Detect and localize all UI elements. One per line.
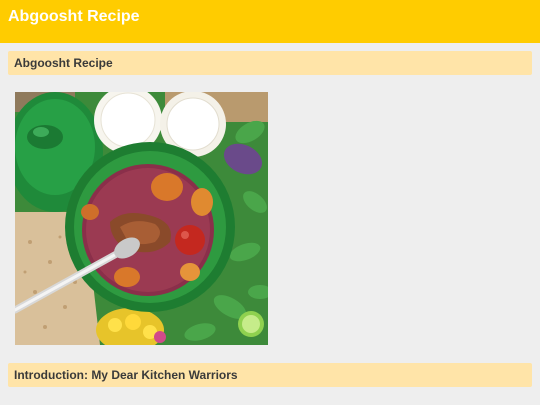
abgoosht-dish-illustration (15, 92, 268, 345)
introduction-header[interactable]: Introduction: My Dear Kitchen Warriors (8, 363, 532, 387)
recipe-title-header[interactable]: Abgoosht Recipe (8, 51, 532, 75)
top-bar: Abgoosht Recipe (0, 0, 540, 43)
app-title: Abgoosht Recipe (8, 8, 140, 25)
recipe-title-label: Abgoosht Recipe (14, 56, 113, 70)
introduction-label: Introduction: My Dear Kitchen Warriors (14, 368, 238, 382)
recipe-photo[interactable] (15, 92, 268, 345)
